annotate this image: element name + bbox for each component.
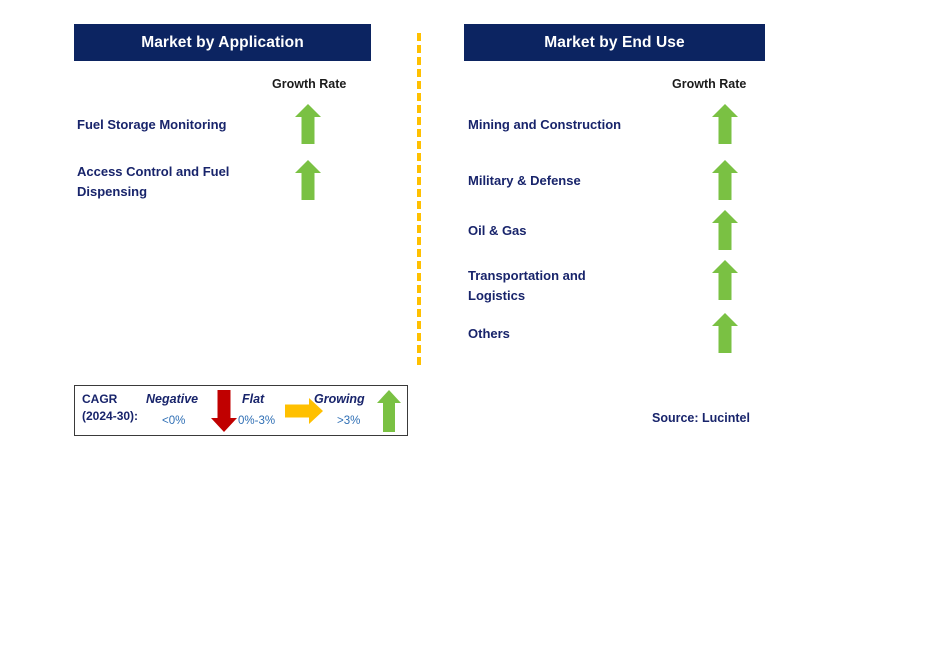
row-label-others: Others [468,326,510,341]
legend-range-growing: >3% [337,415,361,427]
row-label-fuel-storage-monitoring: Fuel Storage Monitoring [77,117,227,132]
row-label-oil-and-gas: Oil & Gas [468,223,527,238]
row-label-mining-and-construction: Mining and Construction [468,117,622,132]
legend-term-flat: Flat [242,392,265,406]
legend-term-growing: Growing [314,392,365,406]
arrow-up-green-icon [712,260,738,300]
column-header-market-by-end-use: Market by End Use [464,24,765,61]
row-label-military-and-defense: Military & Defense [468,173,581,188]
legend-range-flat: 0%-3% [238,415,276,427]
row-label-access-control-and-fuel-dispensing: Access Control and Fuel Dispensing [77,164,230,199]
legend-title-line-2: (2024-30): [82,409,139,423]
vertical-dashed-divider [417,33,421,365]
source-note: Source: Lucintel [652,411,750,425]
arrow-up-green-icon [295,160,321,200]
column-header-market-by-application: Market by Application [74,24,371,61]
legend-range-negative: <0% [162,415,186,427]
arrow-down-red-icon [211,390,237,432]
arrow-up-green-icon [377,390,401,432]
arrow-up-green-icon [295,104,321,144]
arrow-up-green-icon [712,210,738,250]
legend-term-negative: Negative [146,392,199,406]
growth-rate-caption-application: Growth Rate [272,77,347,91]
column-title-text: Market by End Use [544,33,685,51]
arrow-up-green-icon [712,313,738,353]
arrow-up-green-icon [712,160,738,200]
row-label-transportation-and-logistics: Transportation and Logistics [468,268,586,303]
legend-title-line-1: CAGR [82,392,118,406]
column-title-text: Market by Application [141,33,304,51]
infographic-canvas: Market by Application Growth Rate Fuel S… [0,0,945,653]
arrow-up-green-icon [712,104,738,144]
growth-rate-caption-end-use: Growth Rate [672,77,747,91]
